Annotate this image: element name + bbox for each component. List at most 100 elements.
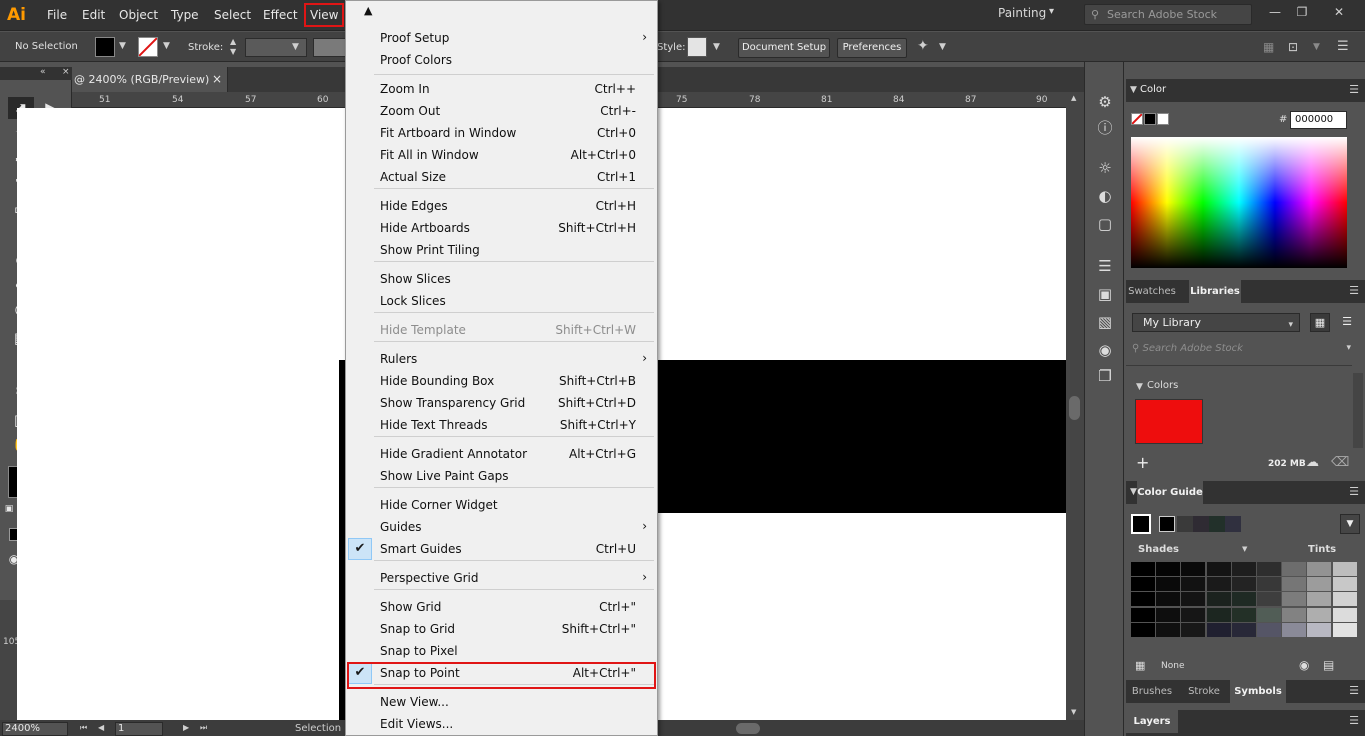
tab-swatches[interactable]: Swatches — [1126, 280, 1178, 303]
harmony-swatch[interactable] — [1159, 516, 1175, 532]
next-artboard-icon[interactable]: ▶ — [183, 723, 189, 732]
menu-item-hide-gradient-annotator[interactable]: Hide Gradient Annotator Alt+Ctrl+G — [346, 443, 657, 465]
restore-button[interactable]: ❐ — [1290, 3, 1314, 21]
shade-swatch[interactable] — [1206, 607, 1231, 622]
list-view-icon[interactable]: ☰ — [1337, 313, 1357, 332]
menu-item-hide-artboards[interactable]: Hide Artboards Shift+Ctrl+H — [346, 217, 657, 239]
close-window-button[interactable]: ✕ — [1327, 3, 1351, 21]
menu-item-snap-to-pixel[interactable]: Snap to Pixel — [346, 640, 657, 662]
align-panel-icon[interactable]: ☰ — [1095, 256, 1115, 276]
menu-item-guides[interactable]: Guides › — [346, 516, 657, 538]
harmony-dropdown[interactable]: ▼ — [1340, 514, 1360, 534]
chevron-down-icon[interactable]: ▼ — [713, 42, 720, 52]
menu-select[interactable]: Select — [212, 6, 253, 24]
tab-stroke[interactable]: Stroke — [1178, 680, 1230, 703]
menu-file[interactable]: File — [45, 6, 69, 24]
shade-swatch[interactable] — [1332, 607, 1357, 622]
shade-swatch[interactable] — [1206, 592, 1231, 607]
variable-width-field[interactable] — [313, 38, 346, 57]
menu-item-fit-all-in-window[interactable]: Fit All in Window Alt+Ctrl+0 — [346, 144, 657, 166]
shade-swatch[interactable] — [1282, 562, 1307, 576]
shade-swatch[interactable] — [1206, 577, 1231, 592]
close-tab-icon[interactable]: × — [212, 72, 222, 86]
base-color-swatch[interactable] — [1131, 514, 1151, 534]
fill-swatch[interactable] — [95, 37, 115, 57]
tab-layers[interactable]: Layers — [1126, 710, 1178, 733]
shade-swatch[interactable] — [1156, 622, 1181, 637]
first-artboard-icon[interactable]: ⏮ — [80, 723, 87, 733]
shade-swatch[interactable] — [1307, 592, 1332, 607]
harmony-swatch[interactable] — [1177, 516, 1193, 532]
shade-swatch[interactable] — [1282, 622, 1307, 637]
menu-object[interactable]: Object — [117, 6, 160, 24]
add-icon[interactable]: + — [1136, 453, 1149, 472]
tab-symbols[interactable]: Symbols — [1230, 680, 1286, 703]
shade-swatch[interactable] — [1231, 622, 1256, 637]
menu-item-show-live-paint-gaps[interactable]: Show Live Paint Gaps — [346, 465, 657, 487]
shade-swatch[interactable] — [1181, 607, 1206, 622]
shade-swatch[interactable] — [1231, 562, 1256, 576]
last-artboard-icon[interactable]: ⏭ — [200, 723, 207, 733]
color-spectrum[interactable] — [1131, 137, 1347, 268]
shade-swatch[interactable] — [1332, 577, 1357, 592]
shade-swatch[interactable] — [1156, 562, 1181, 576]
grid-view-icon[interactable]: ▦ — [1310, 313, 1330, 332]
collapse-icon[interactable]: ▼ — [1130, 85, 1137, 95]
shade-swatch[interactable] — [1206, 562, 1231, 576]
pathfinder-icon[interactable]: ◉ — [1095, 340, 1115, 360]
shade-tint-grid[interactable] — [1131, 562, 1357, 638]
transform-icon[interactable]: ⊡ — [1288, 40, 1298, 54]
menu-item-zoom-in[interactable]: Zoom In Ctrl++ — [346, 78, 657, 100]
menu-item-actual-size[interactable]: Actual Size Ctrl+1 — [346, 166, 657, 188]
shade-swatch[interactable] — [1181, 577, 1206, 592]
minimize-button[interactable]: — — [1263, 3, 1287, 21]
menu-item-zoom-out[interactable]: Zoom Out Ctrl+- — [346, 100, 657, 122]
menu-item-rulers[interactable]: Rulers › — [346, 348, 657, 370]
menu-item-show-slices[interactable]: Show Slices — [346, 268, 657, 290]
previous-artboard-icon[interactable]: ◀ — [98, 723, 104, 732]
scroll-down-icon[interactable]: ▼ — [1071, 708, 1076, 716]
menu-item-perspective-grid[interactable]: Perspective Grid › — [346, 567, 657, 589]
menu-item-proof-colors[interactable]: Proof Colors — [346, 49, 657, 71]
shade-swatch[interactable] — [1131, 622, 1155, 637]
library-scrollbar[interactable] — [1353, 373, 1363, 448]
chevron-down-icon[interactable]: ▼ — [119, 41, 126, 51]
workspace-switcher[interactable]: Painting — [998, 6, 1046, 20]
shade-swatch[interactable] — [1257, 622, 1281, 637]
black-rectangle-artwork[interactable] — [656, 360, 1066, 513]
panel-menu-icon[interactable]: ☰ — [1349, 284, 1359, 297]
stock-search-input[interactable]: ⚲ Search Adobe Stock — [1084, 4, 1252, 25]
menu-edit[interactable]: Edit — [80, 6, 107, 24]
default-colors-icon[interactable]: ▣ — [2, 502, 16, 516]
chevron-down-icon[interactable]: ▼ — [939, 42, 946, 52]
menu-item-edit-views[interactable]: Edit Views... — [346, 713, 657, 735]
document-tab[interactable]: @ 2400% (RGB/Preview) × — [72, 67, 228, 92]
menu-item-smart-guides[interactable]: ✔ Smart Guides Ctrl+U — [346, 538, 657, 560]
color-wheel-icon[interactable]: ◉ — [1299, 658, 1309, 672]
menu-item-hide-corner-widget[interactable]: Hide Corner Widget — [346, 494, 657, 516]
close-icon[interactable]: × — [62, 67, 70, 77]
save-group-icon[interactable]: ▤ — [1323, 658, 1334, 672]
stroke-swatch[interactable] — [138, 37, 158, 57]
panel-menu-icon[interactable]: ☰ — [1349, 714, 1359, 727]
shade-swatch[interactable] — [1307, 577, 1332, 592]
chevron-down-icon[interactable]: ▼ — [292, 42, 299, 52]
shade-swatch[interactable] — [1257, 607, 1281, 622]
shade-swatch[interactable] — [1307, 562, 1332, 576]
shade-swatch[interactable] — [1231, 577, 1256, 592]
color-panel-title[interactable]: Color — [1140, 84, 1166, 95]
shade-swatch[interactable] — [1282, 592, 1307, 607]
scroll-up-icon[interactable]: ▲ — [364, 4, 372, 17]
chevron-down-icon[interactable]: ▼ — [1242, 545, 1247, 553]
trash-icon[interactable]: ⌫ — [1331, 455, 1349, 470]
info-icon[interactable]: ⓘ — [1095, 118, 1115, 138]
artboards-icon[interactable]: ❐ — [1095, 366, 1115, 386]
menu-item-show-transparency-grid[interactable]: Show Transparency Grid Shift+Ctrl+D — [346, 392, 657, 414]
black-swatch[interactable] — [1144, 113, 1156, 125]
shade-swatch[interactable] — [1181, 622, 1206, 637]
shade-swatch[interactable] — [1257, 562, 1281, 576]
transparency-icon[interactable]: ▧ — [1095, 312, 1115, 332]
white-swatch[interactable] — [1157, 113, 1169, 125]
library-search-input[interactable]: ⚲ Search Adobe Stock ▾ — [1132, 343, 1357, 359]
shade-swatch[interactable] — [1231, 592, 1256, 607]
